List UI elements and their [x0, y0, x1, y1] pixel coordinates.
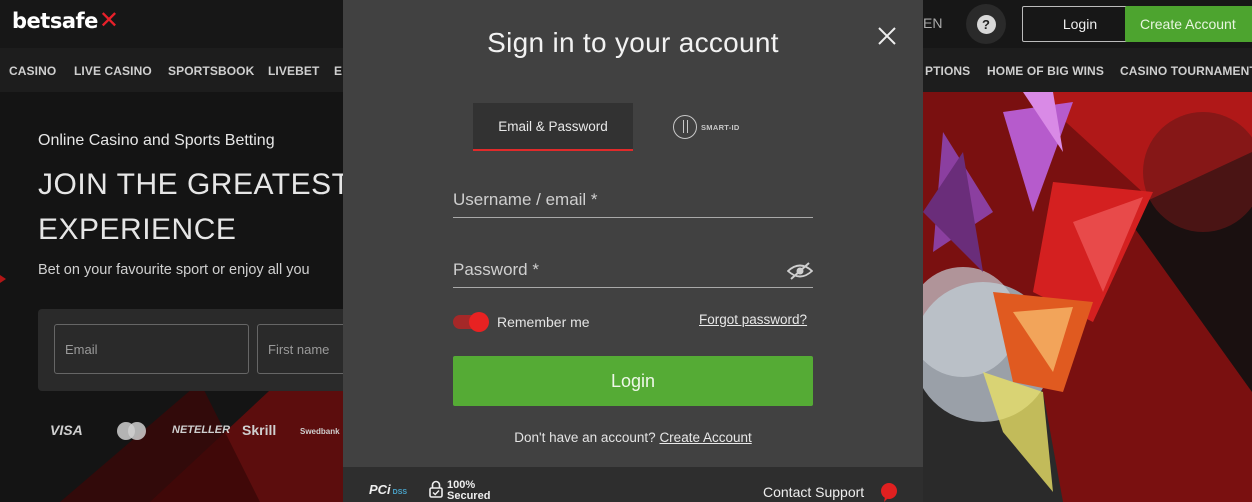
skrill-logo: Skrill [242, 422, 277, 438]
starburst-graphic [923, 92, 1252, 502]
pci-dss-label: DSS [392, 489, 408, 496]
header-login-button[interactable]: Login [1022, 6, 1138, 42]
username-input[interactable] [453, 182, 813, 217]
hero-title-line2: EXPERIENCE [38, 213, 237, 246]
question-icon: ? [976, 14, 996, 34]
pci-label: PCi [369, 482, 391, 497]
nav-item-livebet[interactable]: LIVEBET [268, 64, 319, 78]
help-button[interactable]: ? [966, 4, 1006, 44]
chat-bubble-icon[interactable] [879, 482, 899, 502]
pci-dss-logo: PCi DSS [369, 482, 407, 497]
hero-promo-image [923, 92, 1252, 502]
hero-title-line1: JOIN THE GREATEST [38, 168, 351, 201]
secured-label: Secured [447, 490, 491, 502]
login-button[interactable]: Login [453, 356, 813, 406]
nav-item-casino[interactable]: CASINO [9, 64, 56, 78]
tab-email-password[interactable]: Email & Password [473, 103, 633, 151]
hero-kicker: Online Casino and Sports Betting [38, 132, 275, 149]
lock-icon [429, 480, 443, 498]
hero-title: JOIN THE GREATEST EXPERIENCE [38, 162, 350, 252]
logo-x-icon: ✕ [98, 6, 119, 34]
betsafe-logo[interactable]: betsafe✕ [12, 6, 119, 34]
carousel-prev-arrow[interactable] [0, 267, 6, 291]
remember-me-toggle[interactable] [453, 312, 489, 332]
remember-me-label: Remember me [497, 314, 590, 330]
create-account-link[interactable]: Create Account [659, 430, 751, 445]
smart-id-icon [673, 115, 697, 139]
no-account-label: Don't have an account? [514, 430, 656, 445]
nav-item-sportsbook[interactable]: SPORTSBOOK [168, 64, 254, 78]
password-field [453, 252, 813, 288]
visa-logo: VISA [50, 422, 83, 438]
neteller-logo: NETELLER [172, 424, 231, 436]
hero-subtitle: Bet on your favourite sport or enjoy all… [38, 262, 310, 278]
nav-item-esports[interactable]: E [334, 64, 342, 78]
toggle-knob [469, 312, 489, 332]
signup-email-input[interactable]: Email [54, 324, 249, 374]
sign-in-modal: Sign in to your account Email & Password… [343, 0, 923, 502]
secured-badge: 100% Secured [429, 480, 490, 502]
nav-item-home-of-big-wins[interactable]: HOME OF BIG WINS [987, 64, 1104, 78]
close-icon[interactable] [874, 23, 900, 49]
swedbank-logo: Swedbank [300, 427, 340, 436]
nav-item-live-casino[interactable]: LIVE CASINO [74, 64, 152, 78]
contact-support-link[interactable]: Contact Support [763, 484, 864, 500]
modal-title: Sign in to your account [487, 27, 779, 58]
quick-signup-form: Email First name [38, 309, 377, 391]
password-input[interactable] [453, 252, 813, 287]
modal-footer: PCi DSS 100% Secured Contact Support [343, 467, 923, 502]
hero-background-graphic [60, 322, 343, 502]
language-selector[interactable]: EN [923, 15, 942, 31]
forgot-password-link[interactable]: Forgot password? [699, 312, 807, 327]
nav-item-promotions[interactable]: PTIONS [925, 64, 970, 78]
tab-smart-id-label: SMART-ID [701, 122, 740, 132]
no-account-text: Don't have an account? Create Account [343, 430, 923, 445]
username-field [453, 182, 813, 218]
header-create-account-button[interactable]: Create Account [1125, 6, 1252, 42]
nav-item-casino-tournament[interactable]: CASINO TOURNAMENT [1120, 64, 1252, 78]
eye-slash-icon[interactable] [787, 262, 813, 280]
tab-smart-id[interactable]: SMART-ID [673, 110, 740, 144]
mastercard-icon [117, 422, 147, 440]
